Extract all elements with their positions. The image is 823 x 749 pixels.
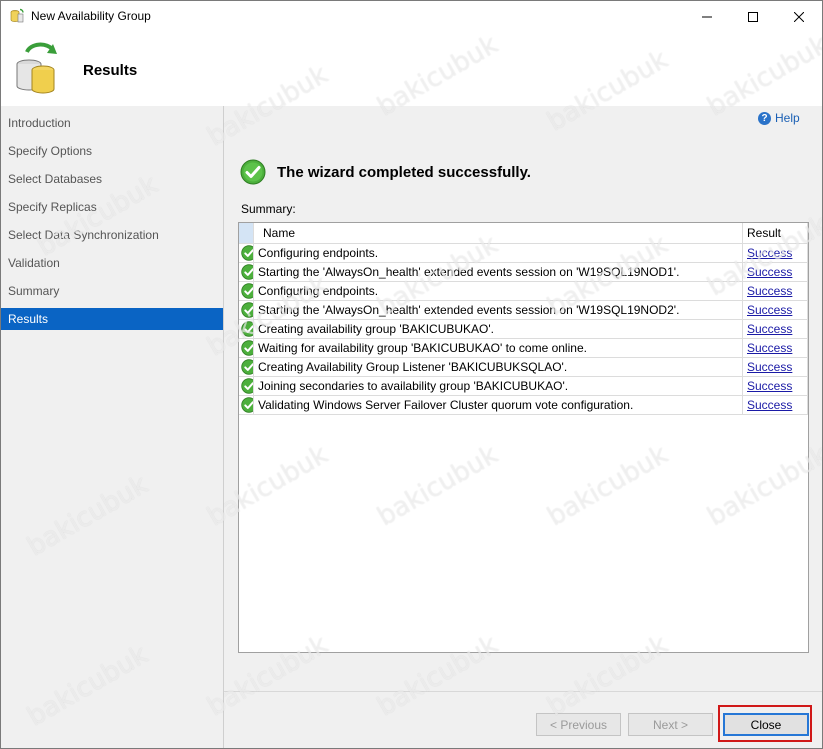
table-row[interactable]: Creating Availability Group Listener 'BA… — [239, 357, 808, 377]
help-link[interactable]: ? Help — [758, 111, 800, 125]
success-check-icon — [241, 340, 253, 356]
maximize-button[interactable] — [730, 1, 776, 32]
row-result-cell: Success — [742, 338, 808, 358]
result-success-link[interactable]: Success — [747, 265, 792, 279]
nav-item-summary[interactable]: Summary — [1, 280, 223, 302]
nav-item-select-data-sync[interactable]: Select Data Synchronization — [1, 224, 223, 246]
page-title: Results — [83, 62, 138, 79]
nav-item-results[interactable]: Results — [1, 308, 223, 330]
summary-table[interactable]: Name Result Configuring endpoints. Succes… — [238, 222, 809, 653]
wizard-footer: < Previous Next > Close — [224, 691, 822, 748]
row-status-cell — [239, 319, 254, 339]
minimize-icon — [702, 16, 712, 17]
nav-item-specify-options[interactable]: Specify Options — [1, 140, 223, 162]
row-name: Creating Availability Group Listener 'BA… — [253, 357, 743, 377]
table-row[interactable]: Configuring endpoints. Success — [239, 281, 808, 301]
nav-item-validation[interactable]: Validation — [1, 252, 223, 274]
table-row[interactable]: Joining secondaries to availability grou… — [239, 376, 808, 396]
row-result-cell: Success — [742, 395, 808, 415]
success-check-icon — [241, 302, 253, 318]
table-row[interactable]: Waiting for availability group 'BAKICUBU… — [239, 338, 808, 358]
table-row[interactable]: Creating availability group 'BAKICUBUKAO… — [239, 319, 808, 339]
success-check-icon — [241, 378, 253, 394]
wizard-nav: Introduction Specify Options Select Data… — [1, 106, 224, 748]
nav-item-specify-replicas[interactable]: Specify Replicas — [1, 196, 223, 218]
result-success-link[interactable]: Success — [747, 360, 792, 374]
result-success-link[interactable]: Success — [747, 246, 792, 260]
maximize-icon — [748, 11, 758, 22]
row-status-cell — [239, 300, 254, 320]
result-success-link[interactable]: Success — [747, 284, 792, 298]
database-wizard-icon — [10, 8, 24, 23]
success-check-icon — [241, 321, 253, 337]
row-result-cell: Success — [742, 319, 808, 339]
result-success-link[interactable]: Success — [747, 341, 792, 355]
nav-item-select-databases[interactable]: Select Databases — [1, 168, 223, 190]
availability-group-database-icon — [16, 42, 57, 94]
close-window-button[interactable] — [776, 1, 822, 32]
close-icon — [794, 11, 804, 22]
column-header-result[interactable]: Result — [742, 223, 808, 244]
success-check-icon — [241, 283, 253, 299]
title-bar[interactable]: New Availability Group — [1, 1, 822, 32]
minimize-button[interactable] — [684, 1, 730, 32]
row-status-cell — [239, 262, 254, 282]
success-check-icon — [240, 159, 266, 185]
column-header-name[interactable]: Name — [253, 223, 743, 244]
previous-button[interactable]: < Previous — [536, 713, 621, 736]
row-result-cell: Success — [742, 262, 808, 282]
row-result-cell: Success — [742, 376, 808, 396]
success-check-icon — [241, 359, 253, 375]
success-check-icon — [241, 245, 253, 261]
result-success-link[interactable]: Success — [747, 303, 792, 317]
row-status-cell — [239, 395, 254, 415]
result-success-link[interactable]: Success — [747, 322, 792, 336]
row-name: Joining secondaries to availability grou… — [253, 376, 743, 396]
row-name: Configuring endpoints. — [253, 243, 743, 263]
row-result-cell: Success — [742, 300, 808, 320]
nav-item-introduction[interactable]: Introduction — [1, 112, 223, 134]
status-message: The wizard completed successfully. — [277, 164, 531, 181]
row-status-cell — [239, 376, 254, 396]
success-check-icon — [241, 264, 253, 280]
close-button[interactable]: Close — [723, 713, 809, 736]
results-panel: ? Help The wizard completed successfully… — [224, 106, 822, 691]
row-status-cell — [239, 357, 254, 377]
row-status-cell — [239, 281, 254, 301]
success-check-icon — [241, 397, 253, 413]
summary-label: Summary: — [241, 202, 296, 216]
next-button[interactable]: Next > — [628, 713, 713, 736]
window-title: New Availability Group — [31, 9, 151, 23]
row-result-cell: Success — [742, 357, 808, 377]
row-name: Configuring endpoints. — [253, 281, 743, 301]
row-status-cell — [239, 243, 254, 263]
row-name: Starting the 'AlwaysOn_health' extended … — [253, 300, 743, 320]
wizard-header: Results — [1, 32, 822, 106]
row-name: Creating availability group 'BAKICUBUKAO… — [253, 319, 743, 339]
result-success-link[interactable]: Success — [747, 398, 792, 412]
row-name: Validating Windows Server Failover Clust… — [253, 395, 743, 415]
help-icon: ? — [758, 111, 771, 125]
row-name: Waiting for availability group 'BAKICUBU… — [253, 338, 743, 358]
result-success-link[interactable]: Success — [747, 379, 792, 393]
row-result-cell: Success — [742, 281, 808, 301]
table-row[interactable]: Configuring endpoints. Success — [239, 243, 808, 263]
row-name: Starting the 'AlwaysOn_health' extended … — [253, 262, 743, 282]
table-row[interactable]: Starting the 'AlwaysOn_health' extended … — [239, 262, 808, 282]
table-row[interactable]: Starting the 'AlwaysOn_health' extended … — [239, 300, 808, 320]
table-row[interactable]: Validating Windows Server Failover Clust… — [239, 395, 808, 415]
help-label: Help — [775, 111, 800, 125]
table-corner-cell — [239, 223, 254, 244]
wizard-window: New Availability Group Results Introduct… — [0, 0, 823, 749]
row-status-cell — [239, 338, 254, 358]
row-result-cell: Success — [742, 243, 808, 263]
table-header-row: Name Result — [239, 223, 808, 244]
